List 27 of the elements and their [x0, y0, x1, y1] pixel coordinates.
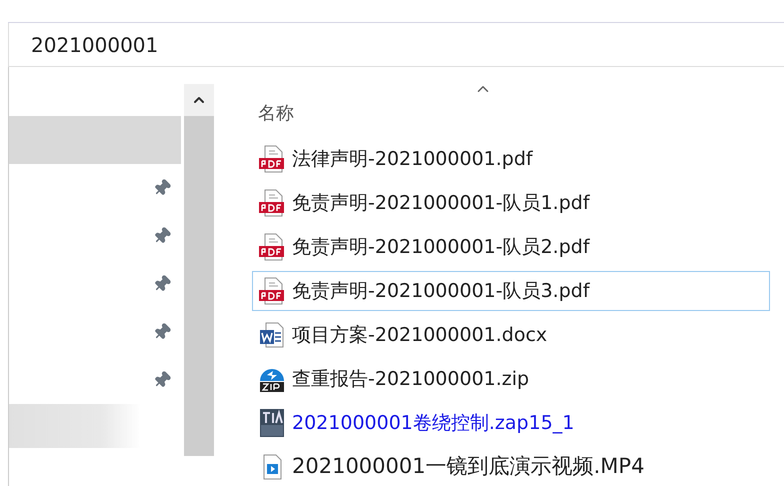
address-path: 2021000001: [31, 32, 158, 56]
file-name: 2021000001一镜到底演示视频.MP4: [292, 454, 644, 480]
address-bar[interactable]: 2021000001: [8, 23, 784, 67]
file-row[interactable]: 2021000001一镜到底演示视频.MP4: [252, 447, 770, 486]
pdf-file-icon: [258, 233, 286, 261]
word-document-icon: [258, 321, 286, 349]
scrollbar-thumb[interactable]: [184, 116, 214, 456]
scroll-up-button[interactable]: [184, 84, 214, 116]
column-header[interactable]: 名称: [258, 101, 294, 125]
project-file-icon: [258, 408, 286, 438]
pdf-file-icon: [258, 189, 286, 217]
file-name: 免责声明-2021000001-队员1.pdf: [292, 192, 590, 214]
pdf-file-icon: [258, 145, 286, 173]
file-row[interactable]: 项目方案-2021000001.docx: [252, 315, 770, 355]
file-name: 查重报告-2021000001.zip: [292, 368, 530, 390]
file-name: 免责声明-2021000001-队员2.pdf: [292, 236, 590, 258]
file-name: 免责声明-2021000001-队员3.pdf: [292, 280, 590, 302]
file-row[interactable]: 查重报告-2021000001.zip: [252, 359, 770, 399]
file-row[interactable]: 2021000001卷绕控制.zap15_1: [252, 403, 770, 443]
pdf-file-icon: [258, 277, 286, 305]
file-row[interactable]: 免责声明-2021000001-队员2.pdf: [252, 227, 770, 267]
file-row[interactable]: 免责声明-2021000001-队员1.pdf: [252, 183, 770, 223]
file-name: 项目方案-2021000001.docx: [292, 324, 548, 346]
file-row[interactable]: 法律声明-2021000001.pdf: [252, 139, 770, 179]
file-row[interactable]: 免责声明-2021000001-队员3.pdf: [252, 271, 770, 311]
file-name: 法律声明-2021000001.pdf: [292, 148, 533, 170]
file-name: 2021000001卷绕控制.zap15_1: [292, 412, 574, 434]
